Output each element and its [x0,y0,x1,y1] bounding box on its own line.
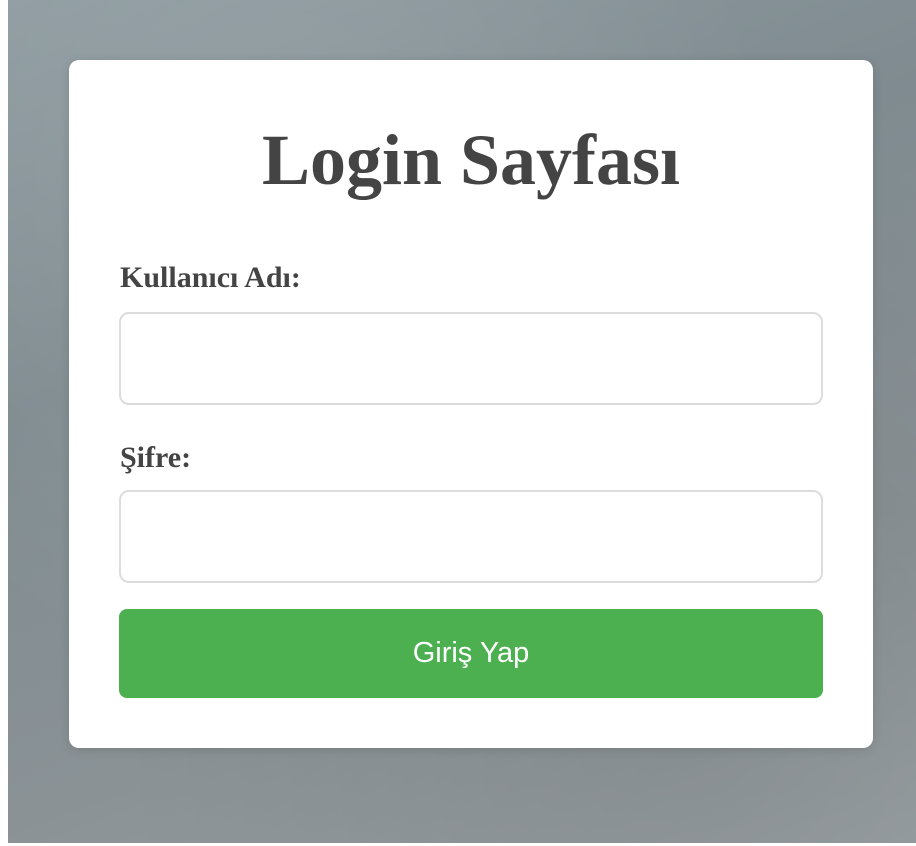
login-card: Login Sayfası Kullanıcı Adı: Şifre: Giri… [69,60,873,748]
password-label: Şifre: [120,441,192,474]
login-button[interactable]: Giriş Yap [119,609,823,698]
password-input[interactable] [119,490,823,583]
page-title: Login Sayfası [261,120,681,200]
username-label: Kullanıcı Adı: [120,261,301,294]
username-input[interactable] [119,312,823,405]
